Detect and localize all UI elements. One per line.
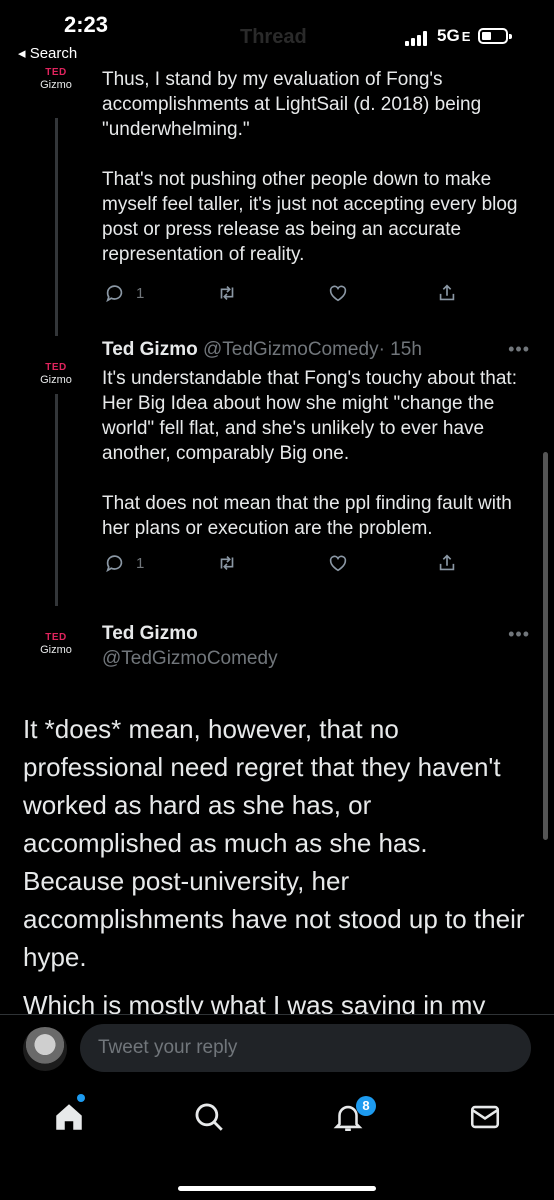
avatar[interactable]: TED Gizmo xyxy=(31,68,81,91)
retweet-button[interactable] xyxy=(216,551,238,575)
retweet-button[interactable] xyxy=(216,281,238,305)
avatar[interactable] xyxy=(23,1027,67,1071)
tweet-text[interactable]: It *does* mean, however, that no profess… xyxy=(23,710,533,976)
tab-bar: 8 xyxy=(0,1080,554,1200)
status-bar: 2:23 ◂ Search Thread 5G E xyxy=(0,0,554,64)
thread-line xyxy=(55,394,58,606)
tweet-time: · 15h xyxy=(378,339,422,360)
reply-input[interactable]: Tweet your reply xyxy=(80,1024,531,1072)
tweet-text[interactable]: Thus, I stand by my evaluation of Fong's… xyxy=(102,67,522,267)
battery-icon xyxy=(478,28,512,44)
reply-button[interactable]: 1 xyxy=(104,281,144,305)
tweet-actions: 1 xyxy=(102,281,462,307)
like-button[interactable] xyxy=(327,281,349,305)
tweet-actions: 1 xyxy=(102,551,462,577)
thread-line xyxy=(55,118,58,336)
author-handle[interactable]: @TedGizmoComedy xyxy=(102,648,278,670)
reply-icon xyxy=(106,285,123,303)
signal-icon xyxy=(405,30,431,46)
more-icon[interactable]: ••• xyxy=(508,339,530,360)
tab-search[interactable] xyxy=(192,1100,226,1134)
network-label: 5G E xyxy=(437,26,471,45)
author-name[interactable]: Ted Gizmo xyxy=(102,339,198,360)
share-icon xyxy=(439,284,455,301)
notifications-badge: 8 xyxy=(356,1096,376,1116)
like-button[interactable] xyxy=(327,551,349,575)
like-icon xyxy=(329,555,347,572)
reply-icon xyxy=(106,555,123,573)
home-indicator[interactable] xyxy=(178,1186,376,1191)
more-icon[interactable]: ••• xyxy=(508,624,530,645)
search-icon xyxy=(195,1103,223,1131)
home-icon xyxy=(56,1104,82,1130)
mail-icon xyxy=(470,1105,500,1129)
reply-bar: Tweet your reply xyxy=(0,1014,554,1081)
avatar[interactable]: TED Gizmo xyxy=(31,363,81,386)
clock: 2:23 xyxy=(64,12,109,37)
reply-button[interactable]: 1 xyxy=(104,551,144,575)
share-icon xyxy=(439,554,455,571)
back-to-search-link[interactable]: ◂ Search xyxy=(18,44,77,62)
share-button[interactable] xyxy=(436,281,458,305)
retweet-icon xyxy=(220,285,234,301)
tweet-text-continued[interactable]: Which is mostly what I was saying in my xyxy=(23,986,533,1014)
tab-messages[interactable] xyxy=(468,1100,502,1134)
tab-home[interactable] xyxy=(52,1100,86,1134)
author-handle[interactable]: @TedGizmoComedy xyxy=(203,339,379,360)
page-title: Thread xyxy=(240,26,307,48)
home-unread-dot xyxy=(77,1094,85,1102)
author-name[interactable]: Ted Gizmo xyxy=(102,623,198,645)
retweet-icon xyxy=(220,555,234,571)
share-button[interactable] xyxy=(436,551,458,575)
tweet-header: Ted Gizmo @TedGizmoComedy· 15h xyxy=(102,339,422,361)
avatar[interactable]: TED Gizmo xyxy=(31,633,81,656)
scrollbar[interactable] xyxy=(543,452,548,840)
like-icon xyxy=(329,285,347,302)
tweet-text[interactable]: It's understandable that Fong's touchy a… xyxy=(102,366,522,541)
